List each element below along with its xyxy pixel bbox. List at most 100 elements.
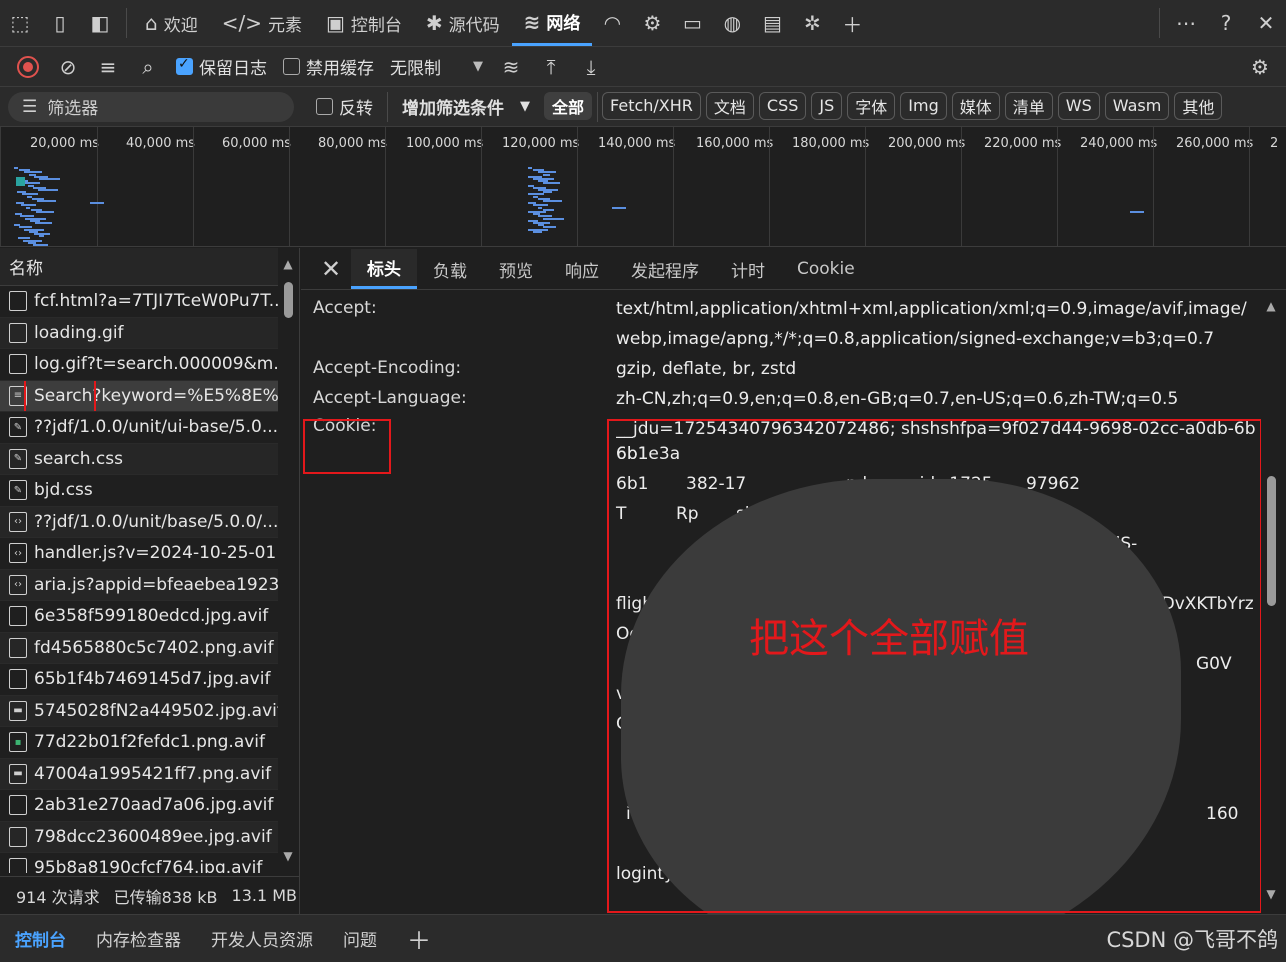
tab-payload[interactable]: 负载 — [417, 249, 483, 289]
memory-icon[interactable]: ⚙ — [632, 0, 672, 46]
record-button[interactable] — [8, 48, 48, 86]
close-detail-icon[interactable]: ✕ — [311, 249, 351, 289]
timeline-tick-label: 160,000 ms — [696, 136, 774, 151]
chip-ws[interactable]: WS — [1057, 91, 1100, 120]
request-row[interactable]: 95b8a8190cfcf764.jpg.avif — [0, 853, 278, 873]
filter-input[interactable]: ☰ 筛选器 — [8, 91, 294, 122]
network-conditions-button[interactable]: ≋ — [491, 48, 531, 86]
scroll-down-arrow-icon[interactable]: ▼ — [1264, 888, 1278, 900]
timeline-gridline: 80,000 ms — [289, 127, 387, 246]
filter-toggle-button[interactable]: ≡ — [88, 48, 128, 86]
chip-js[interactable]: JS — [811, 91, 843, 120]
add-tab-icon[interactable]: ＋ — [832, 0, 872, 46]
name-column-header[interactable]: 名称 — [0, 248, 278, 286]
detail-scrollbar[interactable]: ▲ ▼ — [1264, 300, 1278, 900]
request-row[interactable]: fd4565880c5c7402.png.avif — [0, 632, 278, 664]
invert-checkbox[interactable]: 反转 — [308, 94, 381, 119]
request-row[interactable]: ▬ 5745028fN2a449502.jpg.avif — [0, 695, 278, 727]
more-filters-dropdown[interactable]: 增加筛选条件 ▼ — [394, 94, 538, 119]
console-icon: ▣ — [325, 11, 345, 35]
request-row[interactable]: ‹› handler.js?v=2024-10-25-01 — [0, 538, 278, 570]
tab-welcome[interactable]: ⌂ 欢迎 — [133, 0, 210, 46]
export-har-button[interactable]: ⤓ — [571, 48, 611, 86]
request-name: fd4565880c5c7402.png.avif — [34, 637, 274, 658]
chip-manifest[interactable]: 清单 — [1004, 91, 1053, 120]
search-button[interactable]: ⌕ — [128, 48, 168, 86]
tab-console[interactable]: ▣ 控制台 — [314, 0, 414, 46]
drawer-tab-memory-inspector[interactable]: 内存检查器 — [81, 915, 196, 962]
scroll-up-arrow-icon[interactable]: ▲ — [281, 258, 295, 270]
tab-sources[interactable]: ✱ 源代码 — [414, 0, 512, 46]
import-har-button[interactable]: ⤒ — [531, 48, 571, 86]
request-row[interactable]: 798dcc23600489ee.jpg.avif — [0, 821, 278, 853]
dock-icon[interactable]: ◧ — [80, 0, 120, 46]
waterfall-bar — [33, 244, 48, 246]
more-options-icon[interactable]: ⋯ — [1166, 0, 1206, 46]
performance-icon[interactable]: ◠ — [592, 0, 632, 46]
application-icon[interactable]: ▭ — [672, 0, 712, 46]
request-row[interactable]: ✎ ??jdf/1.0.0/unit/ui-base/5.0.... — [0, 412, 278, 444]
annotation-text: 把这个全部赋值 — [749, 616, 1029, 662]
drawer-tab-issues[interactable]: 问题 — [328, 915, 392, 962]
scroll-down-arrow-icon[interactable]: ▼ — [281, 850, 295, 862]
chip-wasm[interactable]: Wasm — [1104, 91, 1170, 120]
drawer-tab-developer-resources[interactable]: 开发人员资源 — [196, 915, 328, 962]
request-row[interactable]: 65b1f4b7469145d7.jpg.avif — [0, 664, 278, 696]
tab-elements[interactable]: </> 元素 — [210, 0, 314, 46]
tab-response[interactable]: 响应 — [549, 249, 615, 289]
request-row[interactable]: ▬ 47004a1995421ff7.png.avif — [0, 758, 278, 790]
chip-media[interactable]: 媒体 — [951, 91, 1000, 120]
more-filters-label: 增加筛选条件 — [402, 99, 504, 119]
request-row[interactable]: ✎ bjd.css — [0, 475, 278, 507]
request-row[interactable]: fcf.html?a=7TJI7TceW0Pu7T... — [0, 286, 278, 318]
help-icon[interactable]: ? — [1206, 0, 1246, 46]
security-icon[interactable]: ◍ — [712, 0, 752, 46]
tab-label: 元素 — [267, 15, 302, 36]
preserve-log-checkbox[interactable]: 保留日志 — [168, 54, 275, 79]
request-row[interactable]: ‹› aria.js?appid=bfeaebea1923... — [0, 569, 278, 601]
clear-button[interactable]: ⊘ — [48, 48, 88, 86]
lighthouse-icon[interactable]: ▤ — [752, 0, 792, 46]
request-row[interactable]: ✎ search.css — [0, 443, 278, 475]
disable-cache-checkbox[interactable]: 禁用缓存 — [275, 54, 382, 79]
scrollbar-thumb[interactable] — [284, 282, 293, 318]
device-toolbar-icon[interactable]: ▯ — [40, 0, 80, 46]
scroll-up-arrow-icon[interactable]: ▲ — [1264, 300, 1278, 312]
chip-doc[interactable]: 文档 — [705, 91, 754, 120]
tab-headers[interactable]: 标头 — [351, 249, 417, 289]
request-row[interactable]: ▪ 77d22b01f2fefdc1.png.avif — [0, 727, 278, 759]
tab-network[interactable]: ≋ 网络 — [511, 0, 593, 46]
request-row-selected[interactable]: ≡ Search?keyword=%E5%8E%... — [0, 380, 278, 412]
chip-fetch-xhr[interactable]: Fetch/XHR — [602, 91, 701, 120]
close-devtools-icon[interactable]: ✕ — [1246, 0, 1286, 46]
waterfall-bar — [39, 235, 44, 238]
settings-gear-icon[interactable]: ✲ — [792, 0, 832, 46]
waterfall-bar — [543, 217, 564, 220]
request-row[interactable]: loading.gif — [0, 317, 278, 349]
image-file-icon — [9, 354, 27, 375]
chip-img[interactable]: Img — [900, 91, 947, 120]
request-row[interactable]: 2ab31e270aad7a06.jpg.avif — [0, 790, 278, 822]
tab-preview[interactable]: 预览 — [483, 249, 549, 289]
request-headers-list: Accept: text/html,application/xhtml+xml,… — [301, 294, 1261, 914]
timeline-overview[interactable]: 20,000 ms 40,000 ms 60,000 ms 80,000 ms … — [0, 127, 1286, 247]
tab-initiator[interactable]: 发起程序 — [615, 249, 715, 289]
request-row[interactable]: log.gif?t=search.000009&m... — [0, 349, 278, 381]
drawer-tab-console[interactable]: 控制台 — [0, 915, 81, 962]
chip-font[interactable]: 字体 — [847, 91, 896, 120]
request-row[interactable]: ‹› ??jdf/1.0.0/unit/base/5.0.0/... — [0, 506, 278, 538]
tab-timing[interactable]: 计时 — [715, 249, 781, 289]
throttle-select[interactable]: 无限制 ▼ — [382, 54, 491, 79]
inspect-icon[interactable]: ⬚ — [0, 0, 40, 46]
network-settings-button[interactable]: ⚙ — [1240, 48, 1280, 86]
header-row-accept: Accept: text/html,application/xhtml+xml,… — [301, 294, 1261, 354]
scrollbar-thumb[interactable] — [1267, 476, 1276, 606]
request-list-scrollbar[interactable]: ▲ ▼ — [281, 258, 295, 870]
request-row[interactable]: 6e358f599180edcd.jpg.avif — [0, 601, 278, 633]
chip-other[interactable]: 其他 — [1174, 91, 1223, 120]
chip-css[interactable]: CSS — [758, 91, 807, 120]
tab-label: 欢迎 — [163, 15, 198, 36]
tab-cookies[interactable]: Cookie — [781, 249, 871, 289]
chip-all[interactable]: 全部 — [544, 91, 593, 120]
add-drawer-tab-icon[interactable]: ＋ — [392, 915, 446, 962]
